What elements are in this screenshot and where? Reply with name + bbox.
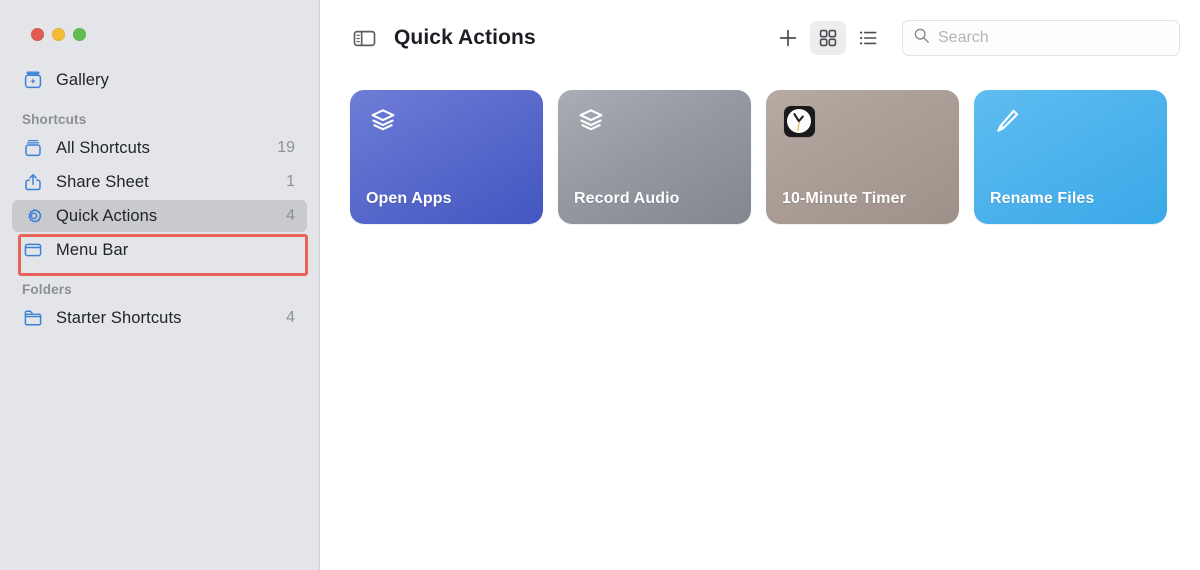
shortcuts-grid: Open Apps Record Audio 10-Minute Timer R… — [320, 76, 1200, 224]
sidebar-item-quick-actions[interactable]: Quick Actions 4 — [12, 200, 307, 232]
gear-icon — [22, 205, 44, 227]
sidebar-item-label: Share Sheet — [56, 172, 149, 191]
shortcuts-window: Gallery Shortcuts All Shortcuts 19 Share… — [0, 0, 1200, 570]
sidebar-item-label: Gallery — [56, 70, 109, 89]
list-view-button[interactable] — [850, 21, 886, 55]
shortcut-card-label: Record Audio — [574, 190, 680, 207]
layers-icon — [366, 104, 400, 138]
maximize-window-button[interactable] — [73, 27, 86, 41]
sidebar-item-count: 19 — [277, 139, 295, 156]
sidebar-section-header-shortcuts: Shortcuts — [22, 112, 87, 127]
sidebar: Gallery Shortcuts All Shortcuts 19 Share… — [0, 0, 320, 570]
minimize-window-button[interactable] — [52, 27, 65, 41]
plus-icon — [779, 29, 797, 47]
sidebar-item-count: 1 — [286, 173, 295, 190]
sidebar-item-gallery[interactable]: Gallery — [12, 64, 307, 96]
clock-app-icon — [782, 104, 816, 138]
sidebar-item-label: Menu Bar — [56, 240, 129, 259]
sidebar-toggle-icon[interactable] — [350, 24, 378, 52]
traffic-lights — [0, 0, 319, 41]
gallery-icon — [22, 69, 44, 91]
search-field[interactable] — [902, 20, 1180, 56]
shortcut-card-10-minute-timer[interactable]: 10-Minute Timer — [766, 90, 959, 224]
shortcut-card-open-apps[interactable]: Open Apps — [350, 90, 543, 224]
shortcut-card-label: 10-Minute Timer — [782, 190, 906, 207]
toolbar: Quick Actions — [320, 0, 1200, 76]
sidebar-section-header-folders: Folders — [22, 282, 72, 297]
sidebar-item-count: 4 — [286, 309, 295, 326]
page-title: Quick Actions — [394, 26, 536, 49]
sidebar-item-count: 4 — [286, 207, 295, 224]
sidebar-item-label: Starter Shortcuts — [56, 308, 182, 327]
list-view-icon — [859, 31, 877, 45]
pencil-icon — [990, 104, 1024, 138]
sidebar-item-starter-shortcuts[interactable]: Starter Shortcuts 4 — [12, 302, 307, 334]
close-window-button[interactable] — [31, 27, 44, 41]
sidebar-item-label: Quick Actions — [56, 206, 158, 225]
all-shortcuts-icon — [22, 137, 44, 159]
share-sheet-icon — [22, 171, 44, 193]
search-input[interactable] — [938, 29, 1169, 47]
layers-icon — [574, 104, 608, 138]
sidebar-item-menu-bar[interactable]: Menu Bar — [12, 234, 307, 266]
shortcut-card-record-audio[interactable]: Record Audio — [558, 90, 751, 224]
main-content: Quick Actions Search Open Apps Record Au… — [320, 0, 1200, 570]
shortcut-card-label: Rename Files — [990, 190, 1095, 207]
grid-view-icon — [819, 29, 837, 47]
folder-icon — [22, 307, 44, 329]
shortcut-card-label: Open Apps — [366, 190, 452, 207]
sidebar-item-label: All Shortcuts — [56, 138, 150, 157]
sidebar-item-all-shortcuts[interactable]: All Shortcuts 19 — [12, 132, 307, 164]
add-shortcut-button[interactable] — [770, 21, 806, 55]
shortcut-card-rename-files[interactable]: Rename Files — [974, 90, 1167, 224]
grid-view-button[interactable] — [810, 21, 846, 55]
menu-bar-icon — [22, 239, 44, 261]
sidebar-nav: Gallery Shortcuts All Shortcuts 19 Share… — [0, 38, 319, 334]
search-icon — [913, 27, 930, 49]
sidebar-item-share-sheet[interactable]: Share Sheet 1 — [12, 166, 307, 198]
